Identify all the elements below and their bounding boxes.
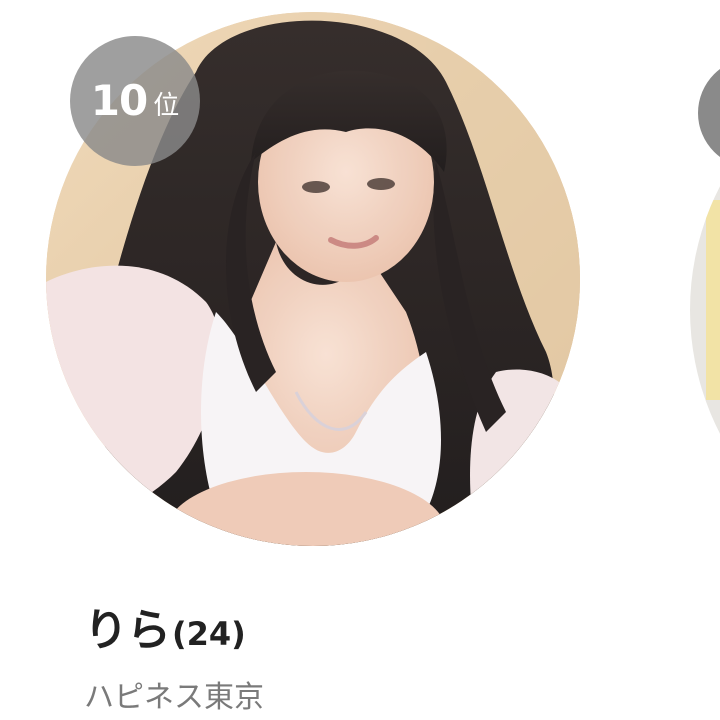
ranking-carousel: 10 位 りら (24) ハピネス東京 <box>0 0 720 720</box>
next-ranking-card[interactable] <box>690 0 720 720</box>
next-rank-badge <box>698 58 720 168</box>
profile-age: (24) <box>172 615 246 653</box>
profile-name: りら <box>84 605 171 656</box>
rank-badge: 10 位 <box>70 36 200 166</box>
profile-name-row[interactable]: りら (24) <box>84 594 246 658</box>
rank-number: 10 <box>90 76 148 125</box>
rank-unit: 位 <box>153 91 180 121</box>
shop-name[interactable]: ハピネス東京 <box>84 672 264 716</box>
next-photo-detail <box>706 200 720 400</box>
ranking-card[interactable]: 10 位 りら (24) ハピネス東京 <box>0 0 660 720</box>
